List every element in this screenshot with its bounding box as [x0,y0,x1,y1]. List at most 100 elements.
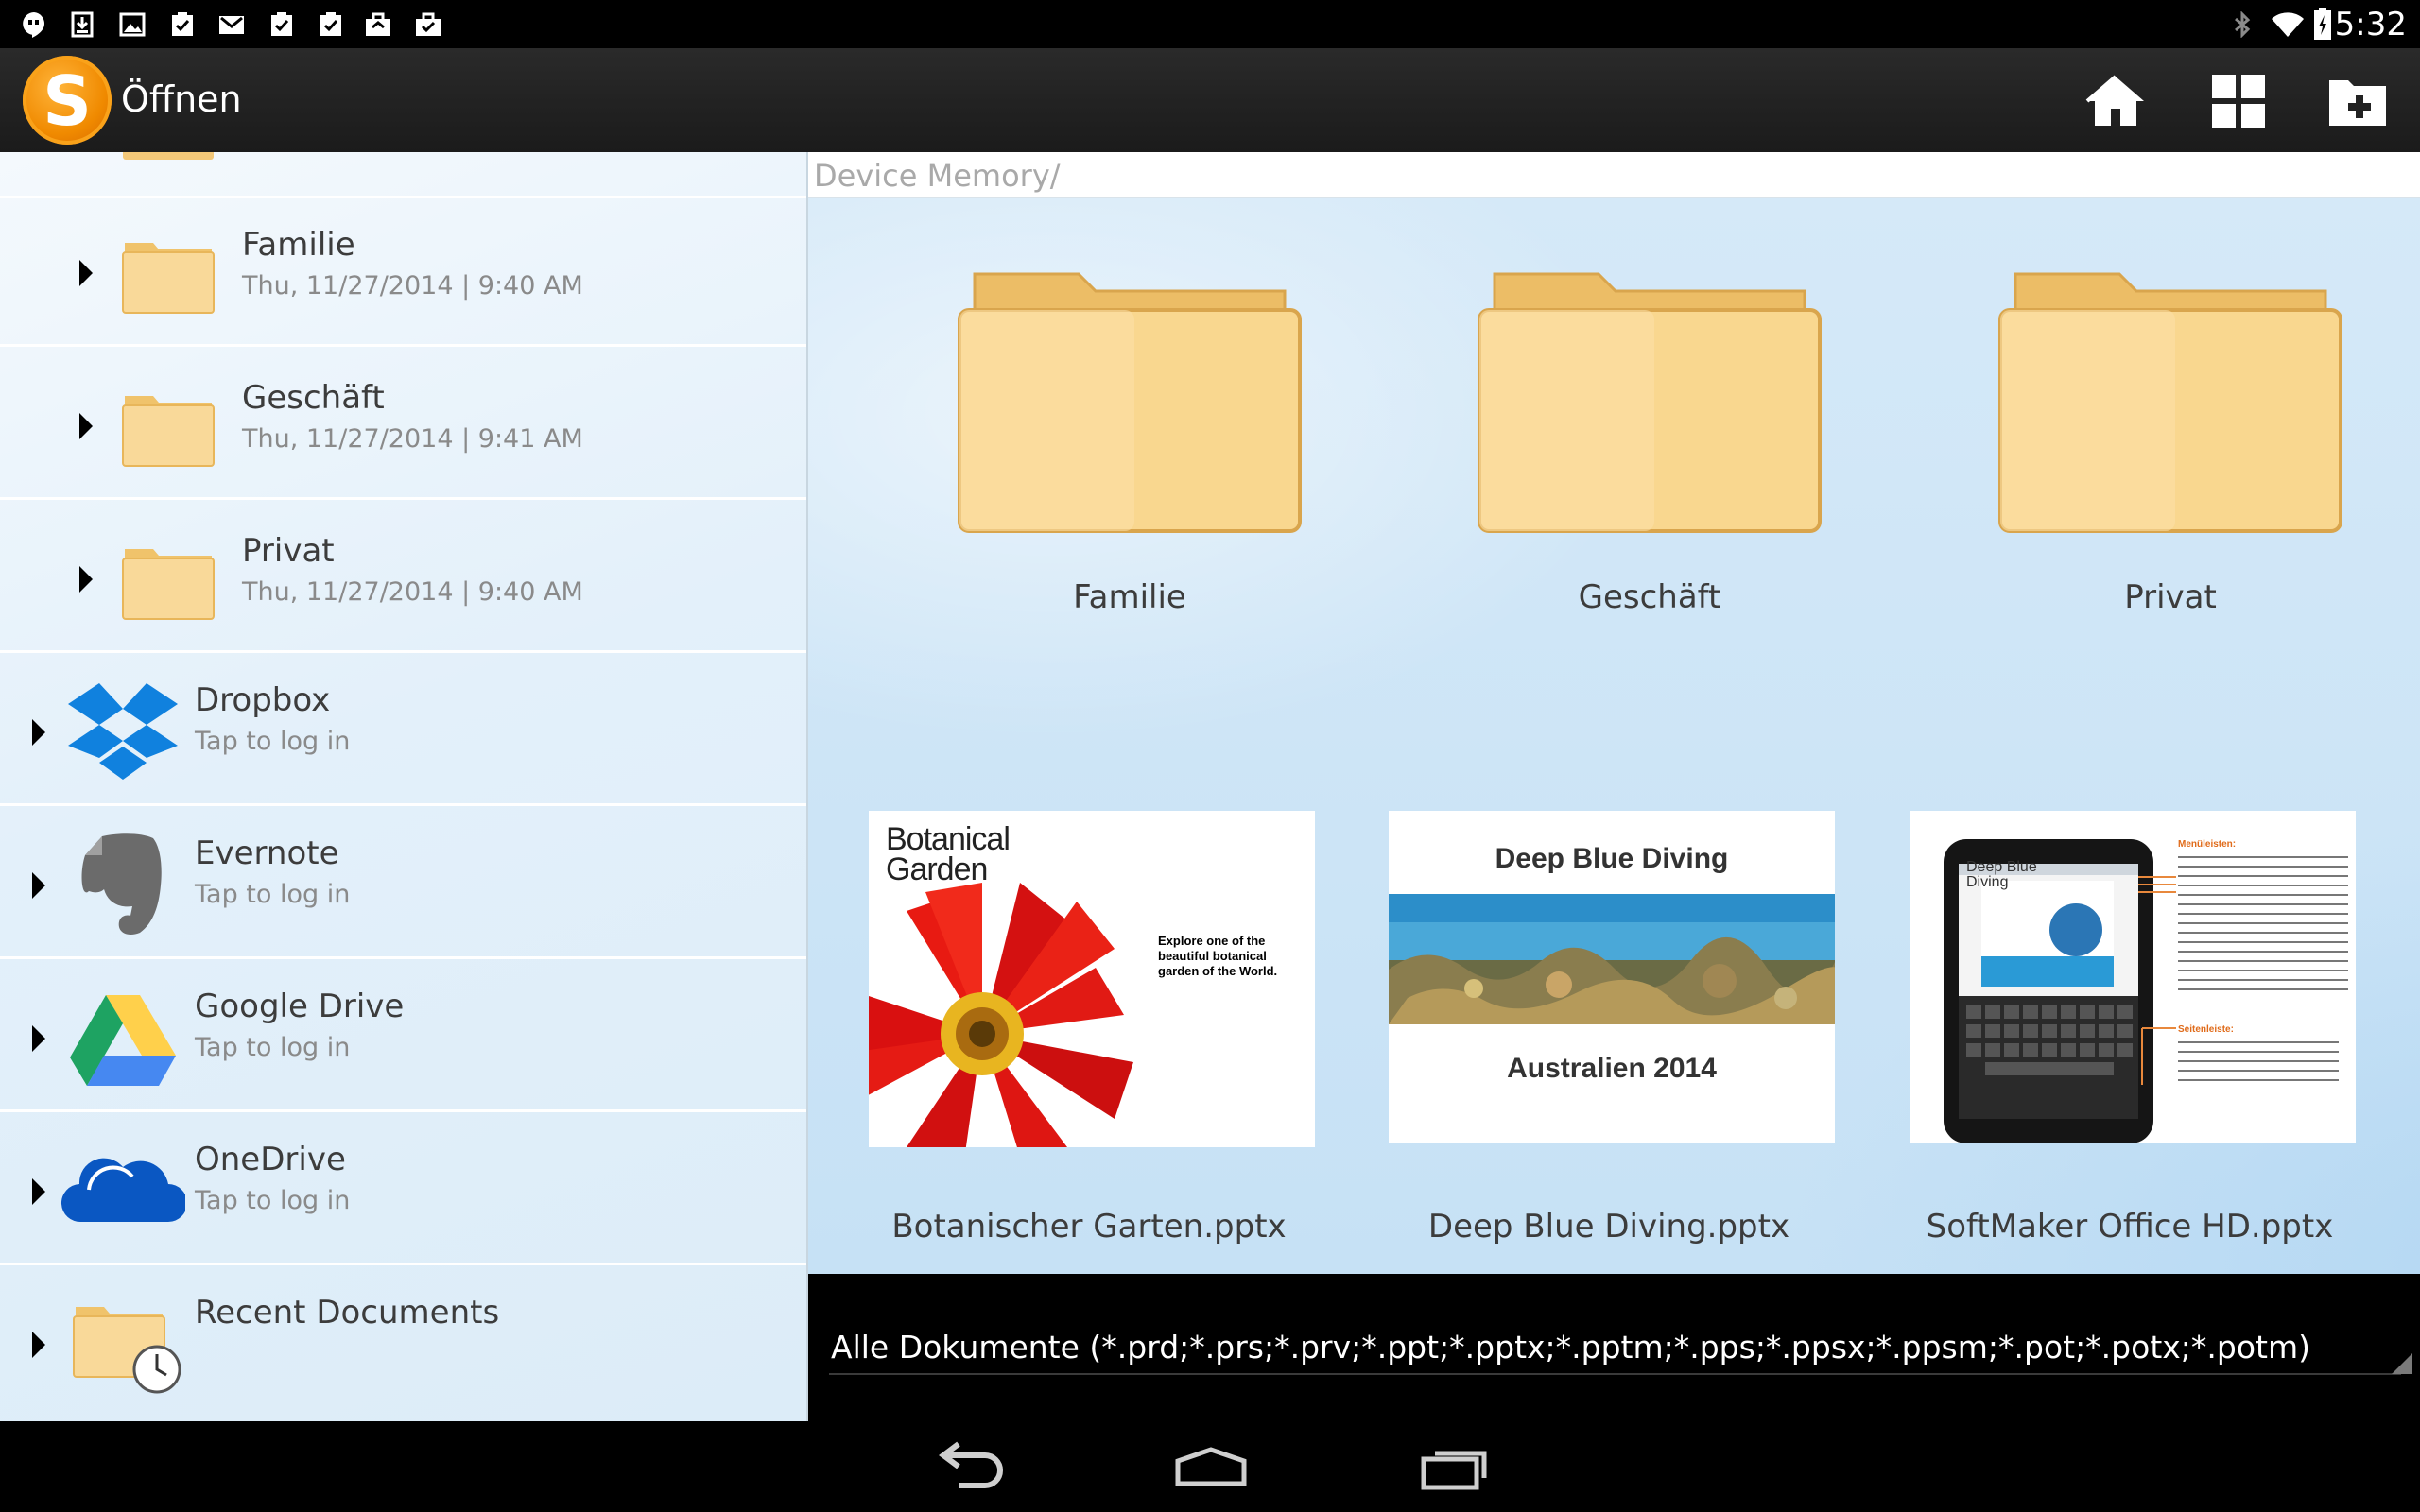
file-thumbnail: Deep Blue Diving Australien 2014 [1389,811,1835,1143]
expand-arrow-icon[interactable] [32,719,45,746]
google-drive-icon [70,995,176,1086]
folder-icon [958,272,1302,533]
hangouts-icon [23,12,45,38]
grid-item-label: SoftMaker Office HD.pptx [1926,1208,2334,1246]
tree-item-date: Thu, 11/27/2014 | 9:41 AM [242,424,583,454]
grid-file-botanischer-garten[interactable]: Botanical Garden Explore one of the beau… [829,811,1340,1255]
expand-arrow-icon[interactable] [79,566,93,593]
thumb-screen-title-1: Deep Blue [1966,859,2037,875]
briefcase-check-icon [416,12,441,36]
expand-arrow-icon[interactable] [79,260,93,286]
task-done-icon [271,12,292,36]
tree-item-onedrive[interactable]: OneDrive Tap to log in [0,1114,806,1265]
grid-item-label: Privat [2124,578,2217,616]
thumb-subtitle: Australien 2014 [1507,1053,1717,1084]
home-icon[interactable] [2085,71,2146,131]
tree-item-subtitle: Tap to log in [195,727,351,756]
app-logo[interactable]: S [23,56,112,145]
file-grid: Familie Geschäft Privat Botanical Garden… [808,198,2420,1274]
breadcrumb-path: Device Memory/ [814,158,1061,194]
folder-icon [122,549,215,620]
folder-tree-panel: Familie Thu, 11/27/2014 | 9:40 AM Geschä… [0,152,808,1421]
reef-image [1389,894,1835,1024]
tree-item-recent-documents[interactable]: Recent Documents [0,1267,806,1418]
folder-icon [1478,272,1822,533]
tree-item-familie[interactable]: Familie Thu, 11/27/2014 | 9:40 AM [0,196,806,347]
tree-item-subtitle: Tap to log in [195,1033,351,1062]
file-type-filter-value[interactable]: Alle Dokumente (*.prd;*.prs;*.prv;*.ppt;… [831,1329,2310,1366]
onedrive-icon [60,1158,185,1223]
evernote-icon [81,833,162,935]
expand-arrow-icon[interactable] [32,872,45,899]
grid-folder-familie[interactable]: Familie [903,246,1375,643]
grid-folder-geschaeft[interactable]: Geschäft [1423,246,1895,643]
thumb-title-line1: Botanical [886,821,1011,857]
thumb-caption-2: beautiful botanical [1158,949,1267,963]
thumb-caption-1: Explore one of the [1158,934,1266,948]
expand-arrow-icon[interactable] [32,1332,45,1358]
tree-item-partial [0,152,806,198]
folder-icon [122,396,215,467]
tree-item-name: Evernote [195,834,339,872]
dropdown-corner-icon [2392,1353,2412,1374]
tree-item-subtitle: Tap to log in [195,1186,351,1215]
folder-icon [122,243,215,314]
system-nav-bar [0,1421,2420,1512]
wifi-icon [2272,12,2304,37]
task-done-icon [320,12,341,36]
thumb-text-block [2178,1038,2339,1085]
tree-item-name: OneDrive [195,1141,346,1178]
briefcase-icon [366,12,390,36]
tree-item-evernote[interactable]: Evernote Tap to log in [0,808,806,959]
grid-file-softmaker-office-hd[interactable]: Deep Blue Diving Menüleisten: Seitenleis… [1870,811,2380,1255]
expand-arrow-icon[interactable] [32,1178,45,1205]
grid-view-icon[interactable] [2208,71,2269,131]
filter-underline [829,1373,2401,1375]
tree-item-subtitle: Tap to log in [195,880,351,909]
thumb-title: Deep Blue Diving [1495,843,1729,874]
thumb-screen-title-2: Diving [1966,874,2009,890]
grid-folder-privat[interactable]: Privat [1944,246,2416,643]
grid-item-label: Botanischer Garten.pptx [891,1208,1287,1246]
file-thumbnail: Deep Blue Diving Menüleisten: Seitenleis… [1910,811,2356,1143]
callout-lines [2138,876,2176,1085]
expand-arrow-icon[interactable] [32,1025,45,1052]
new-folder-icon[interactable] [2327,71,2388,131]
thumb-title-line2: Garden [886,851,988,887]
tree-item-date: Thu, 11/27/2014 | 9:40 AM [242,577,583,607]
home-nav-icon[interactable] [1168,1438,1253,1495]
thumb-text-block [2178,852,2348,994]
folder-icon [1998,272,2342,533]
tree-item-name: Privat [242,532,335,570]
gmail-icon [219,16,244,34]
tree-item-geschaeft[interactable]: Geschäft Thu, 11/27/2014 | 9:41 AM [0,349,806,500]
folder-icon [123,152,214,160]
thumb-heading-2: Seitenleiste: [2178,1024,2234,1035]
file-type-filter[interactable]: Alle Dokumente (*.prd;*.prs;*.prv;*.ppt;… [808,1276,2420,1421]
status-bar: 5:32 [0,0,2420,48]
grid-item-label: Geschäft [1578,578,1721,616]
download-icon [71,11,94,38]
recents-icon[interactable] [1412,1438,1497,1495]
recent-documents-icon [73,1307,182,1394]
task-done-icon [172,12,193,36]
tree-item-name: Familie [242,226,355,264]
tree-item-name: Dropbox [195,681,331,719]
grid-item-label: Deep Blue Diving.pptx [1427,1208,1790,1246]
expand-arrow-icon[interactable] [79,413,93,439]
tree-item-google-drive[interactable]: Google Drive Tap to log in [0,961,806,1112]
tree-item-dropbox[interactable]: Dropbox Tap to log in [0,655,806,806]
back-icon[interactable] [926,1438,1011,1495]
bluetooth-icon [2235,11,2251,38]
breadcrumb: Device Memory/ [808,152,2420,198]
grid-item-label: Familie [1073,578,1186,616]
grid-file-deep-blue-diving[interactable]: Deep Blue Diving Australien 2014 Deep Bl… [1349,811,1859,1255]
clock: 5:32 [2334,6,2407,43]
app-logo-letter: S [43,61,92,141]
battery-charging-icon [2314,8,2331,40]
thumb-heading-1: Menüleisten: [2178,839,2237,850]
file-thumbnail: Botanical Garden Explore one of the beau… [869,811,1315,1147]
thumb-caption-3: garden of the World. [1158,964,1278,978]
page-title: Öffnen [121,78,242,120]
tree-item-privat[interactable]: Privat Thu, 11/27/2014 | 9:40 AM [0,502,806,653]
